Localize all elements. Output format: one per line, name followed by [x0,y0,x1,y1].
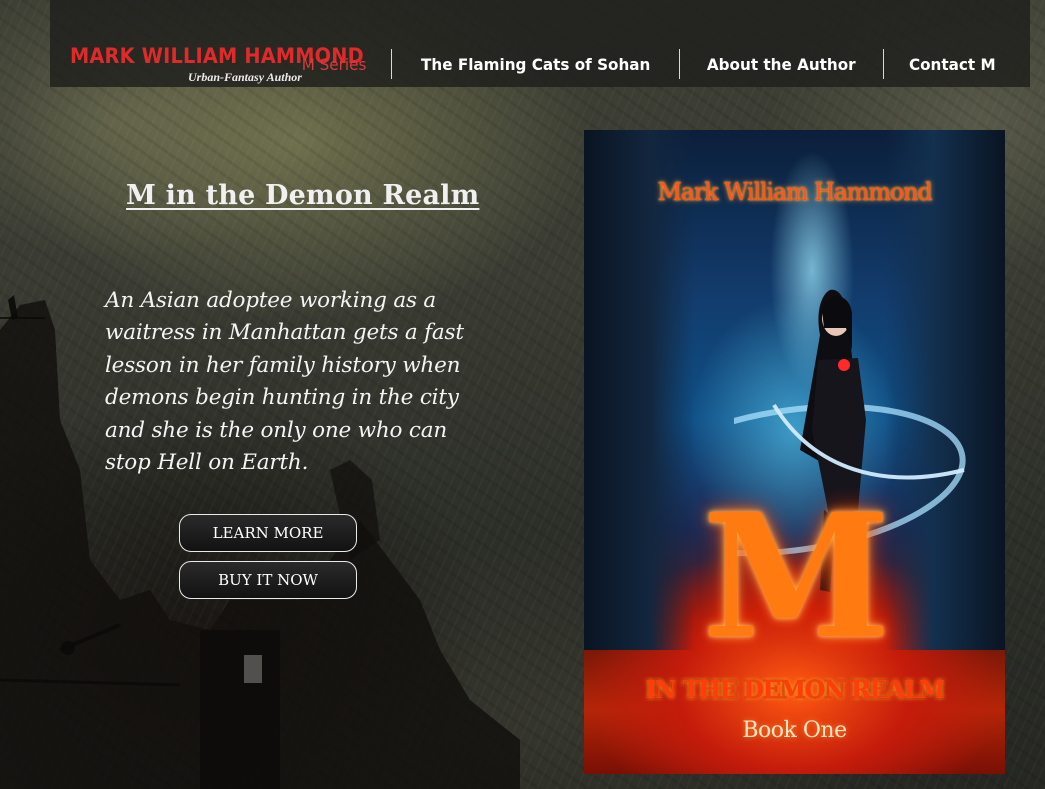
nav-item-about-author[interactable]: About the Author [685,55,877,74]
site-header: MARK WILLIAM HAMMOND Urban-Fantasy Autho… [50,0,1030,87]
book-cover-image[interactable]: Mark William Hammond M IN THE DEMON REAL… [584,130,1005,774]
learn-more-button[interactable]: LEARN MORE [179,514,357,552]
cover-subtitle: IN THE DEMON REALM [645,675,945,704]
cover-book-number: Book One [742,718,847,743]
nav-item-flaming-cats[interactable]: The Flaming Cats of Sohan [399,55,672,74]
cover-big-m: M [702,477,890,677]
book-title[interactable]: M in the Demon Realm [126,180,479,211]
buy-it-now-button[interactable]: BUY IT NOW [179,561,357,599]
nav-divider [390,49,392,79]
nav-divider [679,49,681,79]
nav-item-contact[interactable]: Contact M [887,55,1005,74]
main-nav: M Series The Flaming Cats of Sohan About… [277,49,1008,79]
cover-author-text: Mark William Hammond [657,178,932,206]
nav-divider [882,49,884,79]
nav-item-m-series[interactable]: M Series [280,55,388,74]
book-description: An Asian adoptee working as a waitress i… [105,288,464,476]
